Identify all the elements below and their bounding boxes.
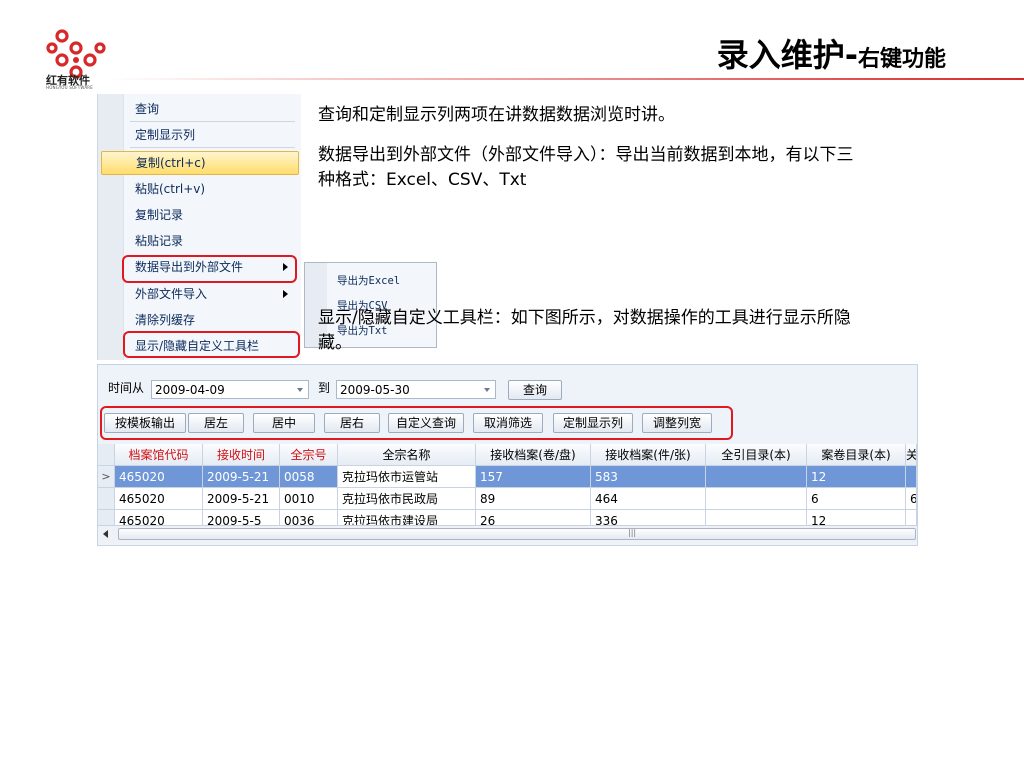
menu-item-label: 外部文件导入 — [135, 287, 208, 301]
column-header[interactable]: 案卷目录(本) — [807, 444, 906, 466]
menu-item-paste-record[interactable]: 粘贴记录 — [101, 230, 297, 252]
highlight-box-export — [122, 255, 297, 283]
menu-item-paste[interactable]: 粘贴(ctrl+v) — [101, 178, 297, 200]
menu-item-label: 粘贴记录 — [135, 234, 184, 248]
scroll-left-icon[interactable] — [103, 530, 108, 538]
menu-item-copy[interactable]: 复制(ctrl+c) — [101, 151, 299, 175]
table-cell[interactable]: 465020 — [115, 466, 203, 488]
column-header[interactable]: 关 — [906, 444, 917, 466]
menu-item-clear-cache[interactable]: 清除列缓存 — [101, 309, 297, 331]
scroll-grip-icon: ||| — [628, 528, 637, 537]
title-main: 录入维护- — [716, 36, 858, 74]
menu-item-label: 复制(ctrl+c) — [136, 156, 206, 170]
note-export: 数据导出到外部文件（外部文件导入）：导出当前数据到本地，有以下三种格式：Exce… — [318, 145, 854, 190]
current-row-indicator-icon: > — [98, 466, 115, 488]
page-title: 录入维护-右键功能 — [717, 30, 946, 76]
menu-item-label: 定制显示列 — [135, 128, 196, 142]
note-query: 查询和定制显示列两项在讲数据数据浏览时讲。 — [318, 105, 675, 125]
table-cell[interactable] — [906, 466, 917, 488]
table-cell[interactable]: 2009-5-21 — [203, 488, 280, 510]
date-from-value: 2009-04-09 — [155, 383, 225, 397]
table-cell[interactable]: 克拉玛依市运管站 — [338, 466, 476, 488]
date-from-label: 时间从 — [108, 381, 145, 395]
header-divider — [108, 78, 1024, 80]
table-cell[interactable]: 6 — [906, 488, 917, 510]
date-to-value: 2009-05-30 — [340, 383, 410, 397]
title-sub: 右键功能 — [857, 47, 946, 72]
horizontal-scrollbar[interactable]: ||| — [98, 525, 917, 543]
column-header[interactable]: 档案馆代码 — [115, 444, 203, 466]
table-cell[interactable]: 0010 — [280, 488, 338, 510]
context-menu: 查询 定制显示列 复制(ctrl+c) 粘贴(ctrl+v) 复制记录 粘贴记录… — [97, 94, 301, 360]
menu-separator — [130, 121, 295, 122]
table-cell[interactable]: 12 — [807, 466, 906, 488]
scrollbar-thumb[interactable] — [118, 528, 916, 540]
table-cell[interactable]: 464 — [591, 488, 706, 510]
column-header[interactable]: 接收档案(卷/盘) — [476, 444, 591, 466]
table-cell[interactable] — [706, 488, 807, 510]
menu-item-query[interactable]: 查询 — [101, 98, 297, 120]
table-cell[interactable]: 2009-5-21 — [203, 466, 280, 488]
table-cell[interactable]: 6 — [807, 488, 906, 510]
dropdown-arrow-icon — [484, 388, 490, 392]
note-toolbar: 显示/隐藏自定义工具栏：如下图所示，对数据操作的工具进行显示所隐藏。 — [318, 308, 851, 353]
dropdown-arrow-icon — [297, 388, 303, 392]
highlight-box-custom-toolbar — [100, 406, 733, 440]
table-cell[interactable]: 465020 — [115, 488, 203, 510]
table-cell[interactable]: 89 — [476, 488, 591, 510]
column-header[interactable]: 全宗号 — [280, 444, 338, 466]
date-from-input[interactable]: 2009-04-09 — [151, 380, 309, 399]
date-to-input[interactable]: 2009-05-30 — [336, 380, 496, 399]
highlight-box-toolbar — [123, 331, 300, 358]
column-header[interactable]: 全宗名称 — [338, 444, 476, 466]
column-header[interactable]: 接收档案(件/张) — [591, 444, 706, 466]
logo-subtext: HONGYOU SOFTWARE — [46, 85, 93, 90]
menu-item-copy-record[interactable]: 复制记录 — [101, 204, 297, 226]
menu-item-import[interactable]: 外部文件导入 — [101, 283, 297, 305]
table-cell[interactable]: 583 — [591, 466, 706, 488]
header-corner — [98, 444, 115, 466]
table-cell[interactable] — [706, 466, 807, 488]
table-cell[interactable]: 0058 — [280, 466, 338, 488]
menu-separator — [130, 147, 295, 148]
menu-item-label: 粘贴(ctrl+v) — [135, 182, 206, 196]
submenu-arrow-icon — [283, 290, 288, 298]
row-header — [98, 488, 115, 510]
menu-item-custom-columns[interactable]: 定制显示列 — [101, 124, 297, 146]
column-header[interactable]: 接收时间 — [203, 444, 280, 466]
table-cell[interactable]: 克拉玛依市民政局 — [338, 488, 476, 510]
query-button[interactable]: 查询 — [508, 380, 562, 400]
menu-item-label: 复制记录 — [135, 208, 184, 222]
column-header[interactable]: 全引目录(本) — [706, 444, 807, 466]
menu-item-label: 清除列缓存 — [135, 313, 196, 327]
table-cell[interactable]: 157 — [476, 466, 591, 488]
submenu-item-excel[interactable]: 导出为Excel — [337, 273, 400, 288]
data-browser-panel: 时间从 2009-04-09 到 2009-05-30 查询 按模板输出 居左 … — [97, 364, 918, 546]
date-to-label: 到 — [318, 381, 331, 395]
menu-item-label: 查询 — [135, 102, 160, 116]
